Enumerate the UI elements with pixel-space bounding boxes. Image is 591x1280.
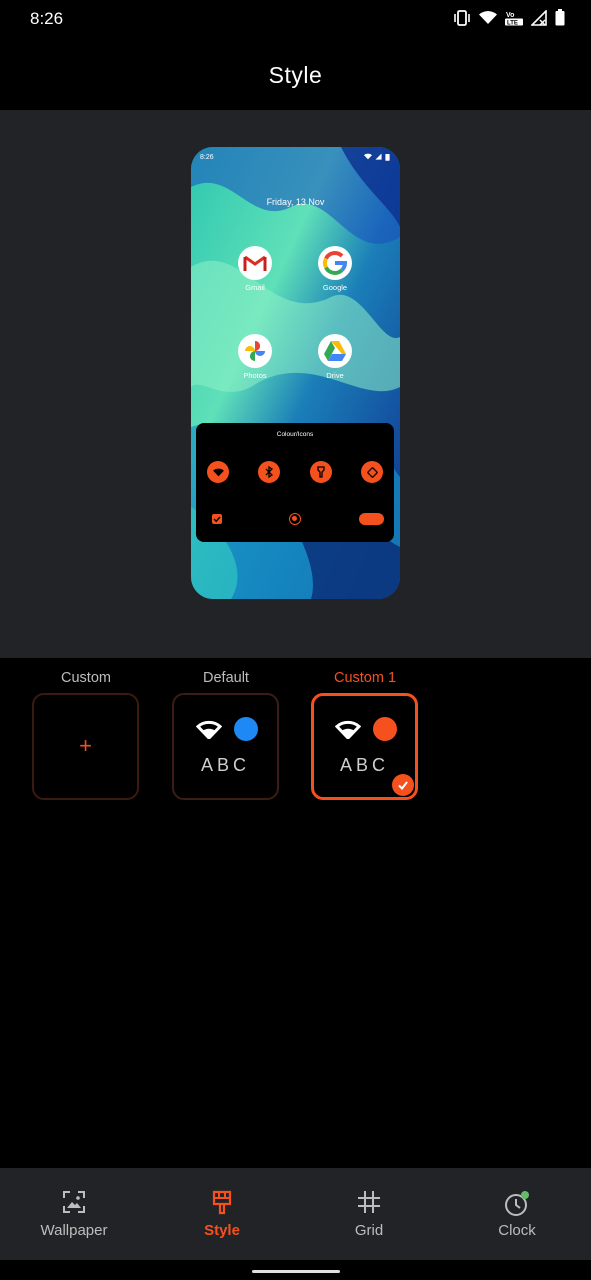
wifi-icon (196, 720, 222, 739)
option-label: Custom 1 (333, 670, 397, 686)
option-custom-add[interactable]: Custom + (32, 670, 140, 800)
bluetooth-icon (265, 466, 273, 478)
page-title: Style (268, 62, 323, 88)
svg-text:Vo: Vo (506, 12, 514, 19)
clock-icon (505, 1191, 529, 1216)
status-icons: Vo LTE (453, 9, 565, 26)
preview-rotate-toggle (361, 461, 383, 483)
style-tile-custom-1[interactable]: ABC (311, 693, 418, 800)
volte-icon: VoLTE (505, 12, 523, 26)
preview-app-gmail: Gmail (237, 246, 273, 292)
accent-color-dot (234, 717, 258, 741)
svg-text:LTE: LTE (507, 20, 518, 26)
preview-app-drive: Drive (317, 334, 353, 380)
preview-signal-icon (375, 153, 382, 160)
grid-icon (358, 1191, 380, 1213)
nav-grid[interactable]: Grid (309, 1168, 429, 1260)
font-sample: ABC (339, 755, 389, 775)
nav-clock[interactable]: Clock (457, 1168, 577, 1260)
style-tile-default[interactable]: ABC (172, 693, 279, 800)
status-bar: 8:26 Vo LTE (0, 0, 591, 40)
status-time: 8:26 (30, 9, 64, 28)
option-custom-1[interactable]: Custom 1 ABC (311, 670, 419, 800)
preview-quick-settings-panel: Colour/Icons (196, 423, 394, 542)
flashlight-icon (317, 466, 325, 478)
preview-radio (289, 513, 301, 525)
theme-preview-phone: 8:26 Friday, 13 Nov Gmail Google Photos … (191, 147, 400, 599)
preview-battery-icon (385, 153, 390, 161)
style-icon (212, 1190, 232, 1215)
preview-status-time: 8:26 (200, 154, 214, 161)
rotate-icon (366, 466, 378, 478)
add-style-tile[interactable]: + (32, 693, 139, 800)
preview-bluetooth-toggle (258, 461, 280, 483)
photos-icon (245, 341, 265, 361)
preview-checkbox (212, 514, 222, 524)
accent-color-dot (373, 717, 397, 741)
preview-area: 8:26 Friday, 13 Nov Gmail Google Photos … (0, 110, 591, 658)
nav-style[interactable]: Style (162, 1168, 282, 1260)
preview-status-icons (364, 153, 390, 161)
bottom-navigation: Wallpaper Style Grid Clock (0, 1168, 591, 1260)
wifi-icon (335, 720, 361, 739)
font-sample: ABC (200, 755, 250, 775)
gesture-navigation-bar[interactable] (252, 1270, 340, 1273)
check-icon (213, 516, 221, 523)
wifi-icon (479, 11, 497, 24)
preview-app-google: Google (317, 246, 353, 292)
vibrate-icon (454, 9, 470, 26)
preview-flashlight-toggle (310, 461, 332, 483)
wifi-icon (212, 468, 224, 476)
wallpaper-icon (63, 1191, 85, 1213)
option-default[interactable]: Default ABC (172, 670, 280, 800)
gmail-icon (243, 255, 267, 271)
preview-date: Friday, 13 Nov (266, 197, 325, 207)
battery-icon (555, 9, 565, 26)
option-label: Default (203, 670, 249, 686)
preview-wifi-icon (364, 153, 372, 160)
preview-switch (359, 513, 384, 525)
preview-app-photos: Photos (237, 334, 273, 380)
option-label: Custom (61, 670, 111, 686)
preview-panel-title: Colour/Icons (276, 431, 314, 438)
plus-icon: + (79, 733, 92, 758)
drive-icon (324, 341, 346, 361)
nav-wallpaper[interactable]: Wallpaper (14, 1168, 134, 1260)
app-bar: Style (0, 40, 591, 110)
google-icon (322, 250, 348, 275)
selected-check-icon (392, 774, 414, 796)
signal-icon (531, 9, 547, 26)
notification-dot (521, 1191, 529, 1199)
preview-wifi-toggle (207, 461, 229, 483)
